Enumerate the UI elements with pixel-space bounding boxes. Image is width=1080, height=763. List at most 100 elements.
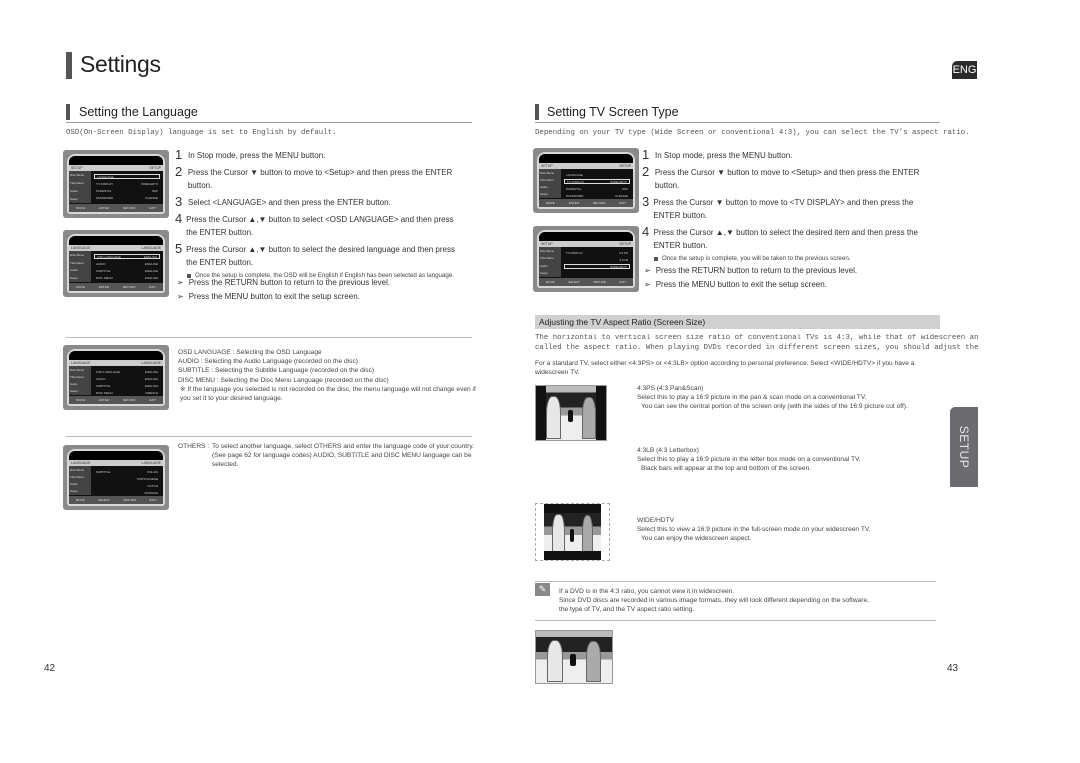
- step-text: Press the Cursor ▲,▼ button to select th…: [653, 228, 918, 250]
- language-steps: 1 In Stop mode, press the MENU button. 2P…: [175, 148, 475, 279]
- osd-sidebar-item: Disc Menu: [70, 252, 85, 257]
- step-text: Press the Cursor ▼ button to move to <Se…: [654, 168, 920, 190]
- osd-display: SETUP SETUP Disc Menu Title Menu Audio Setup L…: [67, 154, 165, 214]
- osd-display: LANGUAGE LANGUAGE Disc Menu Title Menu Audio…: [67, 234, 165, 293]
- osd-footer-hint: MOVE: [75, 285, 85, 289]
- osd-menu-row: TV DISPLAY 4:3 PS: [564, 250, 630, 255]
- osd-footer-hint: MOVE: [75, 398, 85, 402]
- osd-header-left: SETUP: [71, 166, 83, 170]
- section-accent-bar: [535, 104, 539, 120]
- bullet-icon: [654, 257, 658, 261]
- aspect-intro-line: called the aspect ratio. When playing DV…: [535, 344, 978, 352]
- notes: If a DVD is in the 4:3 ratio, you cannot…: [559, 587, 939, 615]
- step-number: 4: [642, 224, 650, 239]
- language-badge: ENG: [952, 61, 977, 79]
- osd-sidebar-item: Setup: [70, 197, 78, 201]
- pan-scan-illustration: [535, 385, 607, 441]
- osd-sidebar-item: Setup: [70, 489, 78, 494]
- language-tips: ➢ Press the RETURN button to return to th…: [177, 278, 390, 301]
- osd-menu-row: PASSWORD CHANGE: [564, 193, 630, 198]
- step-number: 4: [175, 211, 183, 226]
- osd-footer-hint: MOVE: [75, 206, 85, 210]
- osd-menu-row: TV DISPLAY WIDE/HDTV: [94, 181, 160, 186]
- step-text: Select <LANGUAGE> and then press the ENT…: [188, 198, 391, 207]
- option-4-3-lb: 4:3LB (4:3 Letterbox) Select this to pla…: [637, 446, 937, 474]
- step-number: 1: [175, 147, 183, 162]
- osd-display: SETUP SETUP Disc Menu Title Menu Audio Setup T…: [537, 230, 635, 288]
- osd-menu-row: OSD LANGUAGE ENGLISH: [94, 254, 160, 259]
- page-number-right: 43: [947, 663, 959, 674]
- osd-footer: MOVE SELECT RETURN EXIT: [69, 496, 163, 504]
- tip-text: Press the MENU button to exit the setup …: [188, 292, 360, 301]
- step-item: 2 Press the Cursor ▼ button to move to <S…: [175, 165, 475, 192]
- osd-menu-row: DISC MENU ENGLISH: [94, 275, 160, 280]
- osd-row-label: SUBTITLE: [96, 383, 111, 388]
- definition-osd-language: OSD LANGUAGE : Selecting the OSD Languag…: [178, 349, 322, 356]
- divider: [535, 620, 936, 621]
- osd-screen-tv-display-options: SETUP SETUP Disc Menu Title Menu Audio Setup T…: [533, 226, 639, 292]
- osd-row-label: DVD Receiver: [566, 208, 585, 210]
- step-number: 2: [642, 164, 650, 179]
- divider: [66, 337, 472, 338]
- osd-footer-hint: RETURN: [122, 398, 136, 402]
- option-detail: You can see the central portion of the s…: [641, 403, 908, 411]
- osd-menu-row: PARENTAL OFF: [94, 188, 160, 193]
- step-note: Once the setup is complete, you will be …: [654, 255, 942, 262]
- osd-row-value: OFF: [152, 188, 158, 193]
- osd-row-label: DISC MENU: [96, 390, 113, 395]
- osd-top-bar: [69, 451, 163, 460]
- osd-row-label: TV DISPLAY: [96, 181, 114, 186]
- option-title: WIDE/HDTV: [637, 517, 674, 524]
- osd-header-left: LANGUAGE: [71, 246, 91, 250]
- pencil-note-icon: ✎: [535, 583, 550, 596]
- osd-row-value: CHANGE: [145, 195, 158, 200]
- title-accent-bar: [66, 52, 72, 79]
- osd-sidebar: Disc Menu Title Menu Audio Setup: [69, 466, 91, 495]
- osd-header-right: LANGUAGE: [141, 461, 161, 465]
- option-4-3-ps: 4:3PS (4:3 Pan&Scan) Select this to play…: [637, 384, 937, 412]
- osd-row-label: LANGUAGE: [566, 172, 583, 177]
- definition-disc-menu: DISC MENU : Selecting the Disc Menu Lang…: [178, 376, 389, 384]
- osd-sidebar: Disc Menu Title Menu Audio Setup: [539, 247, 561, 277]
- tip-text: Press the RETURN button to return to the…: [655, 266, 858, 275]
- osd-footer-hint: SELECT: [98, 498, 110, 502]
- osd-footer-hint: EXIT: [149, 285, 157, 289]
- definitions-note: ※ If the language you selected is not re…: [180, 385, 476, 403]
- step-number: 2: [175, 164, 183, 179]
- pointer-arrow-icon: ➢: [177, 292, 184, 301]
- osd-top-bar: [69, 236, 163, 245]
- option-detail: You can enjoy the widescreen aspect.: [641, 535, 752, 543]
- option-description: Select this to view a 16:9 picture in th…: [637, 526, 871, 534]
- page-title: Settings: [80, 51, 161, 77]
- osd-row-value: ENGLISH: [143, 254, 157, 259]
- osd-footer: MOVE ENTER RETURN EXIT: [69, 396, 163, 404]
- step-number: 3: [642, 194, 650, 209]
- step-number: 3: [175, 194, 183, 209]
- language-definitions: OSD LANGUAGE : Selecting the OSD Languag…: [178, 348, 478, 403]
- osd-sidebar-item: Title Menu: [540, 177, 554, 182]
- option-description: Select this to play a 16:9 picture in th…: [637, 394, 867, 402]
- osd-footer-hint: EXIT: [619, 280, 627, 284]
- osd-row-value: WIDE/HDTV: [610, 264, 627, 269]
- osd-row-value: OTHERS: [144, 505, 157, 507]
- pointer-arrow-icon: ➢: [177, 278, 184, 287]
- osd-sidebar: Disc Menu Title Menu Audio Setup: [69, 366, 91, 395]
- osd-footer-hint: EXIT: [149, 398, 157, 402]
- osd-row-label: LANGUAGE: [97, 174, 114, 179]
- osd-row-value: PORTUGUESE: [137, 476, 158, 481]
- step-number: 1: [642, 147, 650, 162]
- osd-row-label: SUBTITLE: [96, 469, 111, 474]
- osd-sidebar-item: Audio: [70, 189, 78, 193]
- osd-row-value: ITALIAN: [146, 469, 158, 474]
- osd-row-label: OSD LANGUAGE: [97, 254, 122, 259]
- aspect-intro-line: The horizontal to vertical screen size r…: [535, 334, 978, 342]
- tip-item: ➢ Press the RETURN button to return to th…: [644, 266, 857, 275]
- osd-header-left: SETUP: [541, 164, 553, 168]
- osd-footer-hint: ENTER: [98, 398, 109, 402]
- tv-screen-tips: ➢ Press the RETURN button to return to th…: [644, 266, 857, 289]
- osd-row-value: ENGLISH: [144, 383, 158, 388]
- osd-menu-row: OTHERS: [94, 504, 160, 506]
- osd-menu-row: DVD Receiver: [564, 207, 630, 209]
- osd-footer: MOVE ENTER RETURN EXIT: [539, 199, 633, 207]
- definition-subtitle: SUBTITLE : Selecting the Subtitle Langua…: [178, 367, 375, 375]
